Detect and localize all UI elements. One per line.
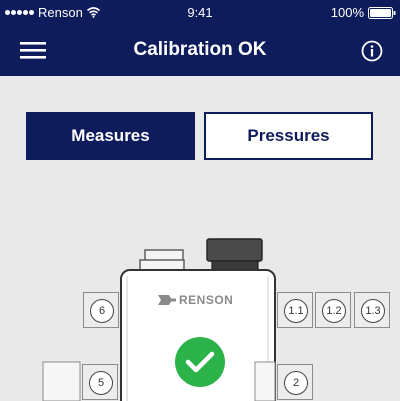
status-right: 100%	[331, 5, 396, 20]
port-label: 1.2	[322, 299, 346, 323]
battery-percent: 100%	[330, 5, 364, 20]
port-label: 1.3	[361, 299, 385, 323]
renson-logo-icon	[158, 295, 176, 305]
brand-name: RENSON	[179, 293, 234, 307]
port-1-1[interactable]: 1.1	[277, 292, 313, 328]
checkmark-icon	[185, 351, 215, 373]
brand-logo: RENSON	[158, 293, 233, 307]
info-icon[interactable]	[361, 40, 383, 62]
status-bar: Renson 9:41 100%	[0, 0, 400, 24]
page-title: Calibration OK	[133, 39, 267, 60]
port-label: 6	[90, 299, 114, 323]
port-label: 2	[284, 371, 308, 395]
port-1-2[interactable]: 1.2	[315, 292, 351, 328]
tab-measures[interactable]: Measures	[26, 112, 195, 160]
port-1-3[interactable]: 1.3	[354, 292, 390, 328]
port-label: 1.1	[284, 299, 308, 323]
port-6[interactable]: 6	[83, 292, 119, 328]
battery-icon	[368, 6, 396, 19]
calibration-ok-check-icon	[175, 337, 225, 387]
port-label: 5	[89, 371, 113, 395]
app-header: Renson 9:41 100% Calibration OK	[0, 0, 400, 76]
port-2[interactable]: 2	[277, 364, 313, 400]
tab-pressures[interactable]: Pressures	[204, 112, 373, 160]
port-5[interactable]: 5	[82, 364, 118, 400]
